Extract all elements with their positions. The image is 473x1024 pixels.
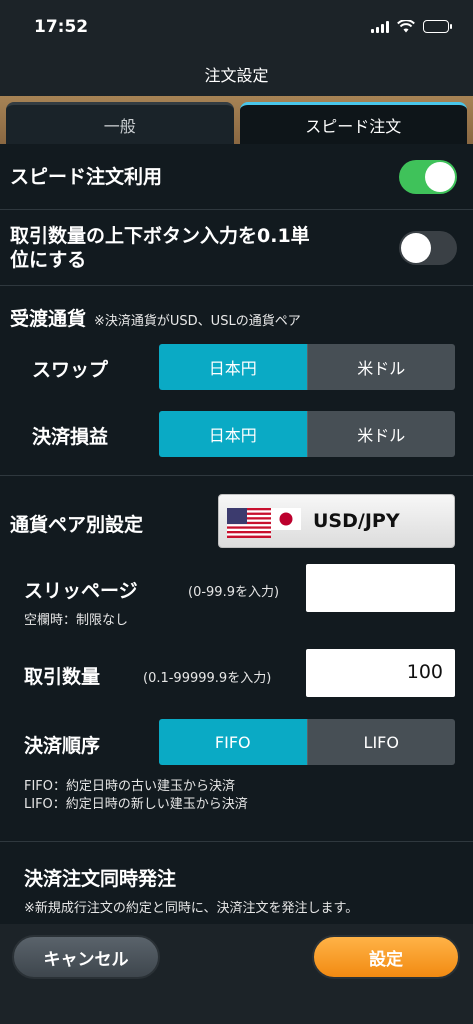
speed-order-row: スピード注文利用 [0,144,473,210]
swap-option-usd[interactable]: 米ドル [306,344,455,390]
slippage-note: 空欄時：制限なし [24,613,129,628]
lifo-note: LIFO：約定日時の新しい建玉から決済 [24,797,248,812]
divider [0,475,473,476]
wifi-icon [397,20,415,33]
step-toggle-row: 取引数量の上下ボタン入力を0.1単 位にする [0,210,473,286]
currency-pair-button[interactable]: USD/JPY [218,494,455,548]
pnl-currency-selector: 日本円 米ドル [159,411,455,457]
slippage-hint: (0-99.9を入力) [188,585,280,600]
step-toggle-label-line2: 位にする [10,249,87,271]
slippage-label: スリッページ [24,580,138,602]
tab-bar: 一般 スピード注文 [0,96,473,144]
status-bar: 17:52 [0,0,473,56]
nav-bar: 注文設定 [0,56,473,96]
step-toggle[interactable] [399,231,457,265]
order-option-lifo[interactable]: LIFO [306,719,455,765]
step-toggle-label: 取引数量の上下ボタン入力を0.1単 位にする [10,224,310,272]
swap-option-jpy[interactable]: 日本円 [159,344,307,390]
settlement-currency-note: ※決済通貨がUSD、USLの通貨ペア [94,314,301,329]
tab-general[interactable]: 一般 [6,102,234,144]
slippage-input[interactable] [306,564,455,612]
speed-order-toggle[interactable] [399,160,457,194]
tab-speed-order[interactable]: スピード注文 [239,102,467,144]
speed-order-label: スピード注文利用 [10,166,163,188]
settings-content: スピード注文利用 取引数量の上下ボタン入力を0.1単 位にする 受渡通貨 ※決済通… [0,144,473,924]
pnl-label: 決済損益 [32,426,109,448]
status-time: 17:52 [34,17,89,37]
page-title: 注文設定 [204,66,269,85]
fifo-note: FIFO：約定日時の古い建玉から決済 [24,779,236,794]
signal-icon [371,20,389,33]
settlement-order-selector: FIFO LIFO [159,719,455,765]
divider [0,841,473,842]
swap-currency-selector: 日本円 米ドル [159,344,455,390]
step-toggle-label-line1: 取引数量の上下ボタン入力を0.1単 [10,225,310,247]
simultaneous-order-note: ※新規成行注文の約定と同時に、決済注文を発注します。 [24,901,359,916]
settlement-order-label: 決済順序 [24,735,101,757]
cancel-button[interactable]: キャンセル [12,935,160,979]
quantity-input[interactable]: 100 [306,649,455,697]
order-option-fifo[interactable]: FIFO [159,719,307,765]
footer-bar: キャンセル 設定 [0,924,473,1024]
settlement-currency-heading: 受渡通貨 ※決済通貨がUSD、USLの通貨ペア [10,304,301,331]
quantity-hint: (0.1-99999.9を入力) [143,671,272,686]
quantity-label: 取引数量 [24,666,101,688]
pnl-option-jpy[interactable]: 日本円 [159,411,307,457]
pair-settings-title: 通貨ペア別設定 [10,514,144,536]
settlement-currency-title: 受渡通貨 [10,308,87,330]
pnl-option-usd[interactable]: 米ドル [306,411,455,457]
apply-button[interactable]: 設定 [312,935,460,979]
usd-jpy-flag-icon [227,508,301,538]
battery-icon [423,20,452,33]
swap-label: スワップ [32,359,109,381]
simultaneous-order-title: 決済注文同時発注 [24,868,177,890]
currency-pair-label: USD/JPY [313,510,400,532]
status-icons [371,20,452,33]
